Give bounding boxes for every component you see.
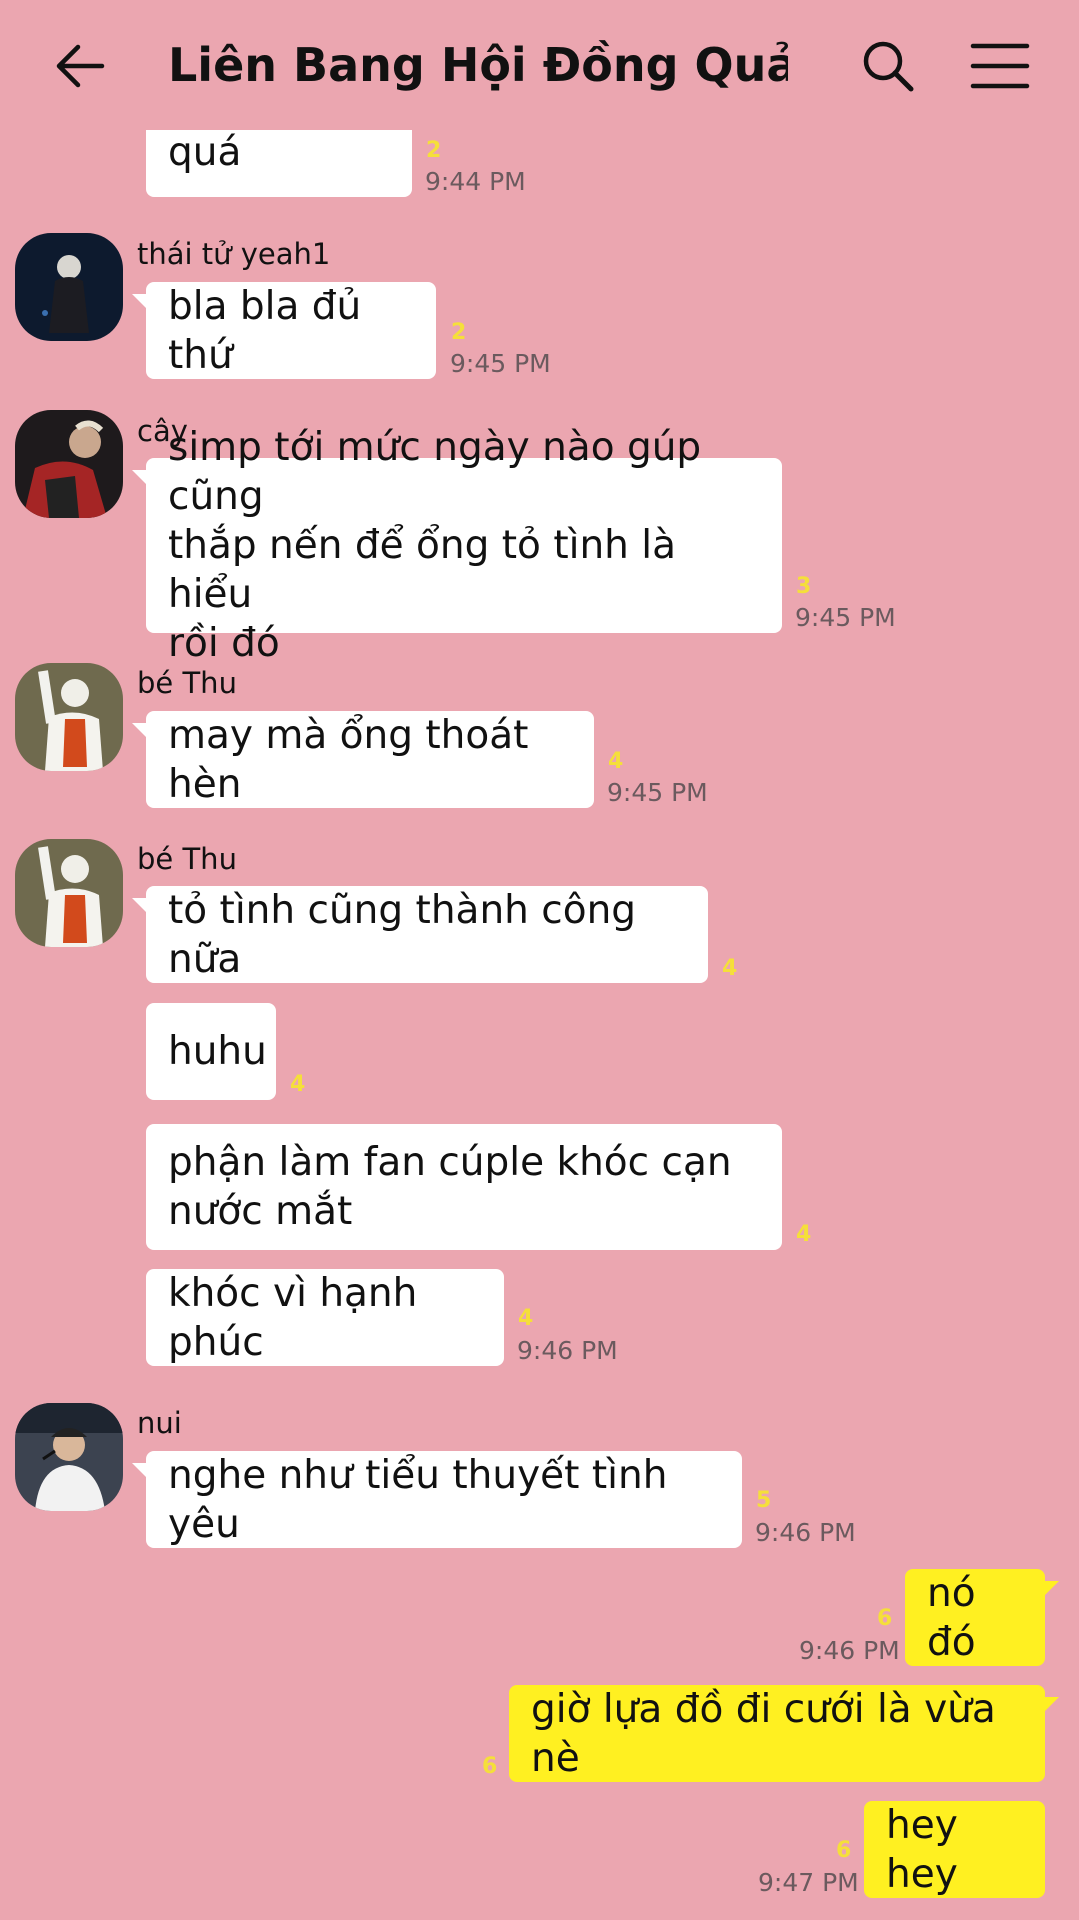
avatar[interactable] — [15, 410, 123, 518]
unread-count: 6 — [877, 1606, 893, 1631]
avatar[interactable] — [15, 663, 123, 771]
message-bubble[interactable]: phận làm fan cúple khóc cạn nước mắt — [146, 1124, 782, 1250]
unread-count: 6 — [836, 1838, 852, 1863]
chat-header: Liên Bang Hội Đồng Quản... — [0, 0, 1079, 130]
avatar[interactable] — [15, 839, 123, 947]
avatar[interactable] — [15, 1403, 123, 1511]
message-bubble[interactable]: bla bla đủ thứ — [132, 282, 436, 379]
unread-count: 6 — [482, 1754, 498, 1779]
chat-title: Liên Bang Hội Đồng Quản... — [168, 38, 788, 92]
my-message-bubble[interactable]: hey hey — [864, 1801, 1045, 1898]
message-bubble[interactable]: tỏ tình cũng thành công nữa — [132, 886, 708, 983]
avatar[interactable] — [15, 233, 123, 341]
avatar-photo — [15, 233, 123, 341]
sender-name: thái tử yeah1 — [137, 237, 331, 271]
avatar-photo — [15, 1403, 123, 1511]
my-message-bubble[interactable]: nó đó — [905, 1569, 1059, 1666]
sender-name: nui — [137, 1406, 182, 1440]
unread-count: 4 — [290, 1072, 306, 1097]
message-bubble[interactable]: khóc vì hạnh phúc — [146, 1269, 504, 1366]
search-icon — [863, 41, 914, 92]
my-message-bubble[interactable]: giờ lựa đồ đi cưới là vừa nè — [509, 1685, 1059, 1782]
avatar-photo — [15, 663, 123, 771]
message-time: 9:46 PM — [517, 1336, 618, 1365]
message-time: 9:44 PM — [425, 167, 526, 196]
unread-count: 4 — [518, 1306, 534, 1331]
back-button[interactable] — [50, 36, 110, 96]
message-time: 9:45 PM — [607, 778, 708, 807]
sender-name: bé Thu — [137, 842, 237, 876]
hamburger-menu-icon — [970, 43, 1030, 89]
unread-count: 4 — [796, 1222, 812, 1247]
search-button[interactable] — [858, 36, 918, 96]
message-bubble[interactable]: may mà ổng thoát hèn — [132, 711, 594, 808]
message-time: 9:45 PM — [795, 603, 896, 632]
message-bubble[interactable]: nghe như tiểu thuyết tình yêu — [132, 1451, 742, 1548]
message-time: 9:46 PM — [799, 1636, 900, 1665]
unread-count: 5 — [756, 1488, 772, 1513]
unread-count: 4 — [722, 956, 738, 981]
unread-count: 3 — [796, 574, 812, 599]
unread-count: 2 — [451, 320, 467, 345]
message-bubble[interactable]: simp tới mức ngày nào gúp cũng thắp nến … — [132, 425, 782, 666]
sender-name: bé Thu — [137, 666, 237, 700]
avatar-photo — [15, 410, 123, 518]
avatar-photo — [15, 839, 123, 947]
unread-count: 2 — [426, 138, 442, 163]
message-bubble[interactable]: huhu — [146, 1003, 276, 1100]
arrow-left-icon — [56, 44, 105, 88]
message-time: 9:47 PM — [758, 1868, 859, 1897]
unread-count: 4 — [608, 749, 624, 774]
message-time: 9:45 PM — [450, 349, 551, 378]
message-time: 9:46 PM — [755, 1518, 856, 1547]
menu-button[interactable] — [970, 38, 1030, 94]
